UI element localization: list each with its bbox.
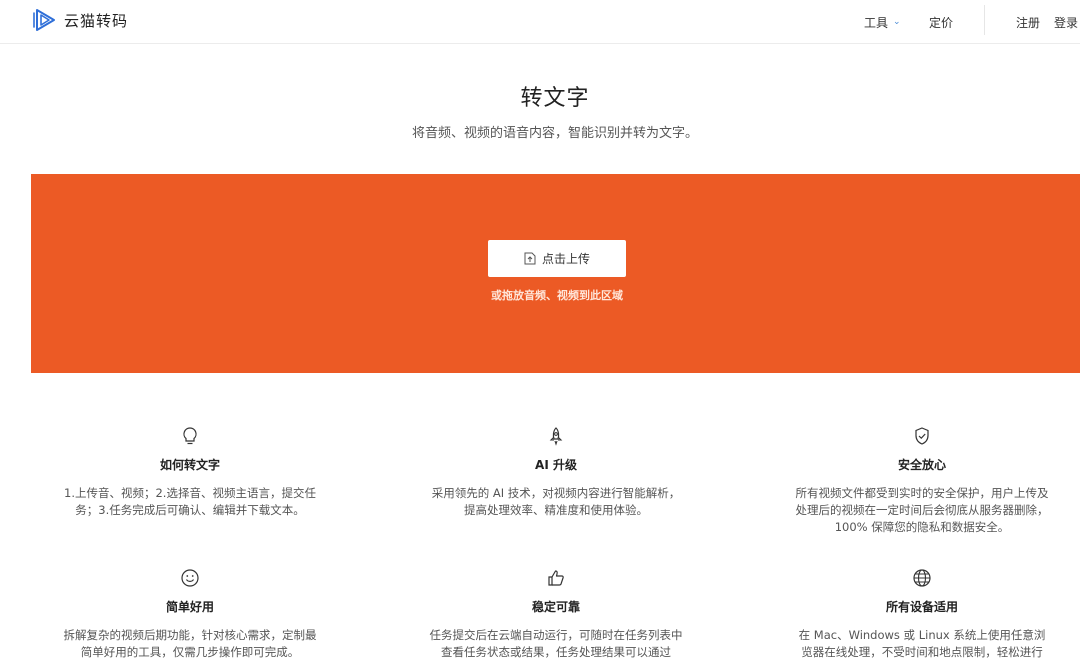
feature-desc: 在 Mac、Windows 或 Linux 系统上使用任意浏览器在线处理，不受时… xyxy=(798,628,1046,658)
feature-desc: 1.上传音、视频；2.选择音、视频主语言，提交任务；3.任务完成后可确认、编辑并… xyxy=(64,486,316,517)
feature-desc: 所有视频文件都受到实时的安全保护，用户上传及处理后的视频在一定时间后会彻底从服务… xyxy=(795,486,1049,534)
feature-title: 稳定可靠 xyxy=(531,600,580,614)
feature-ai-upgrade: AI 升级 采用领先的 AI 技术，对视频内容进行智能解析，提高处理效率、精准度… xyxy=(406,426,706,519)
feature-how-to: 如何转文字 1.上传音、视频；2.选择音、视频主语言，提交任务；3.任务完成后可… xyxy=(40,426,340,519)
nav-divider xyxy=(984,5,985,35)
nav-tools-menu[interactable]: 工具 ⌄ xyxy=(864,0,901,44)
upload-drop-zone[interactable]: 点击上传 或拖放音频、视频到此区域 xyxy=(31,174,1080,373)
logo-play-icon xyxy=(33,9,55,31)
feature-title: 安全放心 xyxy=(897,458,946,472)
top-header: 云猫转码 工具 ⌄ 定价 注册 登录 xyxy=(0,0,1080,44)
logo-text: 云猫转码 xyxy=(64,11,129,30)
upload-button-label: 点击上传 xyxy=(541,252,590,266)
upload-hint: 或拖放音频、视频到此区域 xyxy=(491,289,623,302)
feature-title: 所有设备适用 xyxy=(885,600,958,614)
feature-easy-to-use: 简单好用 拆解复杂的视频后期功能，针对核心需求，定制最简单好用的工具，仅需几步操… xyxy=(40,568,340,658)
page-subtitle: 将音频、视频的语音内容，智能识别并转为文字。 xyxy=(411,126,698,141)
nav-register-link[interactable]: 注册 xyxy=(1016,0,1040,44)
feature-security: 安全放心 所有视频文件都受到实时的安全保护，用户上传及处理后的视频在一定时间后会… xyxy=(772,426,1072,536)
feature-desc: 采用领先的 AI 技术，对视频内容进行智能解析，提高处理效率、精准度和使用体验。 xyxy=(431,486,681,517)
feature-desc: 任务提交后在云端自动运行，可随时在任务列表中查看任务状态或结果，任务处理结果可以… xyxy=(429,628,683,658)
upload-button[interactable]: 点击上传 xyxy=(488,240,626,277)
feature-title: 简单好用 xyxy=(165,600,214,614)
logo[interactable]: 云猫转码 xyxy=(32,7,128,33)
feature-desc: 拆解复杂的视频后期功能，针对核心需求，定制最简单好用的工具，仅需几步操作即可完成… xyxy=(63,628,317,658)
lightbulb-icon xyxy=(183,427,197,445)
feature-title: AI 升级 xyxy=(535,458,577,472)
shield-check-icon xyxy=(915,427,929,445)
page-title: 转文字 xyxy=(520,86,590,111)
rocket-icon xyxy=(549,427,563,446)
file-upload-icon xyxy=(524,252,536,265)
feature-reliable: 稳定可靠 任务提交后在云端自动运行，可随时在任务列表中查看任务状态或结果，任务处… xyxy=(406,568,706,658)
nav-pricing-link[interactable]: 定价 xyxy=(929,0,953,44)
nav-tools-label: 工具 xyxy=(864,15,889,30)
chevron-down-icon: ⌄ xyxy=(893,17,901,27)
feature-all-devices: 所有设备适用 在 Mac、Windows 或 Linux 系统上使用任意浏览器在… xyxy=(772,568,1072,658)
nav-login-link[interactable]: 登录 xyxy=(1054,0,1078,44)
smile-icon xyxy=(181,569,199,587)
globe-icon xyxy=(913,569,931,587)
thumbs-up-icon xyxy=(548,570,564,586)
feature-title: 如何转文字 xyxy=(159,458,220,472)
